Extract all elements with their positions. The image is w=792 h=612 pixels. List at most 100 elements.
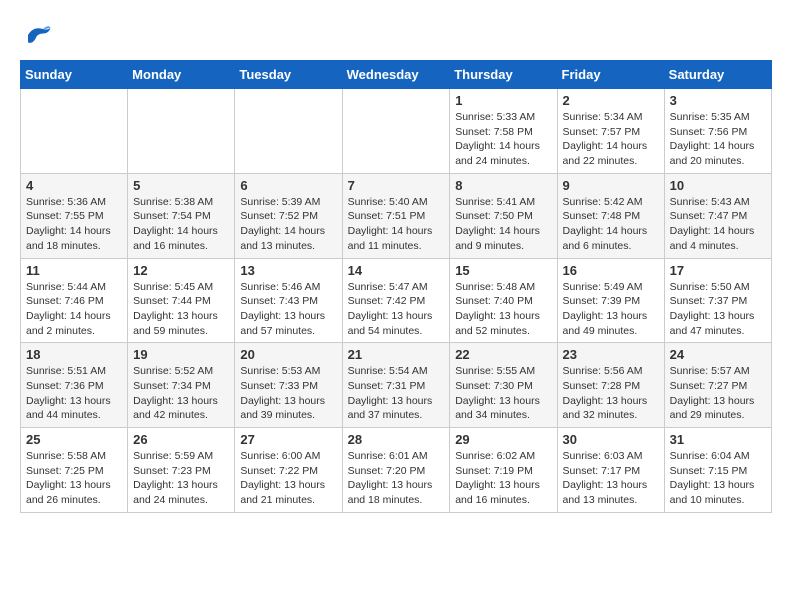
cell-content: Sunrise: 5:53 AM Sunset: 7:33 PM Dayligh…	[240, 364, 336, 423]
day-header-sunday: Sunday	[21, 61, 128, 89]
cell-content: Sunrise: 5:55 AM Sunset: 7:30 PM Dayligh…	[455, 364, 551, 423]
day-number: 29	[455, 432, 551, 447]
calendar-week-row: 11 Sunrise: 5:44 AM Sunset: 7:46 PM Dayli…	[21, 258, 772, 343]
calendar-cell: 4 Sunrise: 5:36 AM Sunset: 7:55 PM Daylig…	[21, 173, 128, 258]
day-number: 13	[240, 263, 336, 278]
calendar-cell: 15 Sunrise: 5:48 AM Sunset: 7:40 PM Dayli…	[450, 258, 557, 343]
calendar-cell: 5 Sunrise: 5:38 AM Sunset: 7:54 PM Daylig…	[128, 173, 235, 258]
cell-content: Sunrise: 5:57 AM Sunset: 7:27 PM Dayligh…	[670, 364, 766, 423]
calendar-cell: 25 Sunrise: 5:58 AM Sunset: 7:25 PM Dayli…	[21, 428, 128, 513]
cell-content: Sunrise: 5:46 AM Sunset: 7:43 PM Dayligh…	[240, 280, 336, 339]
day-number: 5	[133, 178, 229, 193]
day-number: 9	[563, 178, 659, 193]
calendar-cell: 3 Sunrise: 5:35 AM Sunset: 7:56 PM Daylig…	[664, 89, 771, 174]
day-number: 16	[563, 263, 659, 278]
day-number: 11	[26, 263, 122, 278]
cell-content: Sunrise: 5:45 AM Sunset: 7:44 PM Dayligh…	[133, 280, 229, 339]
day-number: 19	[133, 347, 229, 362]
calendar-week-row: 4 Sunrise: 5:36 AM Sunset: 7:55 PM Daylig…	[21, 173, 772, 258]
calendar-cell: 8 Sunrise: 5:41 AM Sunset: 7:50 PM Daylig…	[450, 173, 557, 258]
day-number: 6	[240, 178, 336, 193]
calendar-cell: 9Sunrise: 5:42 AM Sunset: 7:48 PM Daylig…	[557, 173, 664, 258]
day-number: 30	[563, 432, 659, 447]
cell-content: Sunrise: 5:50 AM Sunset: 7:37 PM Dayligh…	[670, 280, 766, 339]
day-number: 8	[455, 178, 551, 193]
cell-content: Sunrise: 6:02 AM Sunset: 7:19 PM Dayligh…	[455, 449, 551, 508]
day-number: 28	[348, 432, 445, 447]
day-number: 12	[133, 263, 229, 278]
calendar-cell: 26 Sunrise: 5:59 AM Sunset: 7:23 PM Dayli…	[128, 428, 235, 513]
day-number: 21	[348, 347, 445, 362]
calendar-cell: 28 Sunrise: 6:01 AM Sunset: 7:20 PM Dayli…	[342, 428, 450, 513]
day-number: 25	[26, 432, 122, 447]
day-number: 1	[455, 93, 551, 108]
cell-content: Sunrise: 6:04 AM Sunset: 7:15 PM Dayligh…	[670, 449, 766, 508]
cell-content: Sunrise: 5:34 AM Sunset: 7:57 PM Dayligh…	[563, 110, 659, 169]
day-header-thursday: Thursday	[450, 61, 557, 89]
calendar-cell: 18Sunrise: 5:51 AM Sunset: 7:36 PM Dayli…	[21, 343, 128, 428]
calendar-cell	[21, 89, 128, 174]
calendar-cell: 27 Sunrise: 6:00 AM Sunset: 7:22 PM Dayli…	[235, 428, 342, 513]
day-number: 23	[563, 347, 659, 362]
day-number: 15	[455, 263, 551, 278]
cell-content: Sunrise: 5:47 AM Sunset: 7:42 PM Dayligh…	[348, 280, 445, 339]
cell-content: Sunrise: 6:00 AM Sunset: 7:22 PM Dayligh…	[240, 449, 336, 508]
calendar-cell	[128, 89, 235, 174]
cell-content: Sunrise: 5:56 AM Sunset: 7:28 PM Dayligh…	[563, 364, 659, 423]
cell-content: Sunrise: 5:52 AM Sunset: 7:34 PM Dayligh…	[133, 364, 229, 423]
cell-content: Sunrise: 5:51 AM Sunset: 7:36 PM Dayligh…	[26, 364, 122, 423]
logo	[20, 20, 52, 50]
page-header	[20, 20, 772, 50]
cell-content: Sunrise: 5:33 AM Sunset: 7:58 PM Dayligh…	[455, 110, 551, 169]
day-header-saturday: Saturday	[664, 61, 771, 89]
cell-content: Sunrise: 5:59 AM Sunset: 7:23 PM Dayligh…	[133, 449, 229, 508]
day-header-friday: Friday	[557, 61, 664, 89]
cell-content: Sunrise: 5:44 AM Sunset: 7:46 PM Dayligh…	[26, 280, 122, 339]
calendar-cell: 22 Sunrise: 5:55 AM Sunset: 7:30 PM Dayli…	[450, 343, 557, 428]
calendar-cell: 11 Sunrise: 5:44 AM Sunset: 7:46 PM Dayli…	[21, 258, 128, 343]
calendar-cell: 17 Sunrise: 5:50 AM Sunset: 7:37 PM Dayli…	[664, 258, 771, 343]
day-header-wednesday: Wednesday	[342, 61, 450, 89]
calendar-table: SundayMondayTuesdayWednesdayThursdayFrid…	[20, 60, 772, 513]
calendar-cell: 31 Sunrise: 6:04 AM Sunset: 7:15 PM Dayli…	[664, 428, 771, 513]
day-header-monday: Monday	[128, 61, 235, 89]
calendar-cell: 21 Sunrise: 5:54 AM Sunset: 7:31 PM Dayli…	[342, 343, 450, 428]
cell-content: Sunrise: 6:01 AM Sunset: 7:20 PM Dayligh…	[348, 449, 445, 508]
day-number: 20	[240, 347, 336, 362]
cell-content: Sunrise: 5:36 AM Sunset: 7:55 PM Dayligh…	[26, 195, 122, 254]
cell-content: Sunrise: 5:41 AM Sunset: 7:50 PM Dayligh…	[455, 195, 551, 254]
day-number: 22	[455, 347, 551, 362]
calendar-week-row: 18Sunrise: 5:51 AM Sunset: 7:36 PM Dayli…	[21, 343, 772, 428]
cell-content: Sunrise: 5:40 AM Sunset: 7:51 PM Dayligh…	[348, 195, 445, 254]
day-number: 3	[670, 93, 766, 108]
calendar-cell: 2 Sunrise: 5:34 AM Sunset: 7:57 PM Daylig…	[557, 89, 664, 174]
day-number: 17	[670, 263, 766, 278]
calendar-cell: 29 Sunrise: 6:02 AM Sunset: 7:19 PM Dayli…	[450, 428, 557, 513]
calendar-cell: 16Sunrise: 5:49 AM Sunset: 7:39 PM Dayli…	[557, 258, 664, 343]
cell-content: Sunrise: 5:54 AM Sunset: 7:31 PM Dayligh…	[348, 364, 445, 423]
day-number: 4	[26, 178, 122, 193]
day-number: 26	[133, 432, 229, 447]
calendar-cell: 13 Sunrise: 5:46 AM Sunset: 7:43 PM Dayli…	[235, 258, 342, 343]
calendar-cell: 30Sunrise: 6:03 AM Sunset: 7:17 PM Dayli…	[557, 428, 664, 513]
calendar-cell: 20 Sunrise: 5:53 AM Sunset: 7:33 PM Dayli…	[235, 343, 342, 428]
calendar-cell	[235, 89, 342, 174]
day-number: 14	[348, 263, 445, 278]
logo-bird-icon	[22, 20, 52, 50]
day-number: 31	[670, 432, 766, 447]
calendar-cell: 19 Sunrise: 5:52 AM Sunset: 7:34 PM Dayli…	[128, 343, 235, 428]
calendar-cell: 1 Sunrise: 5:33 AM Sunset: 7:58 PM Daylig…	[450, 89, 557, 174]
day-number: 2	[563, 93, 659, 108]
calendar-cell	[342, 89, 450, 174]
cell-content: Sunrise: 5:35 AM Sunset: 7:56 PM Dayligh…	[670, 110, 766, 169]
calendar-cell: 10Sunrise: 5:43 AM Sunset: 7:47 PM Dayli…	[664, 173, 771, 258]
calendar-week-row: 1 Sunrise: 5:33 AM Sunset: 7:58 PM Daylig…	[21, 89, 772, 174]
day-number: 27	[240, 432, 336, 447]
cell-content: Sunrise: 5:58 AM Sunset: 7:25 PM Dayligh…	[26, 449, 122, 508]
calendar-cell: 6Sunrise: 5:39 AM Sunset: 7:52 PM Daylig…	[235, 173, 342, 258]
calendar-cell: 12 Sunrise: 5:45 AM Sunset: 7:44 PM Dayli…	[128, 258, 235, 343]
cell-content: Sunrise: 5:38 AM Sunset: 7:54 PM Dayligh…	[133, 195, 229, 254]
calendar-week-row: 25 Sunrise: 5:58 AM Sunset: 7:25 PM Dayli…	[21, 428, 772, 513]
cell-content: Sunrise: 5:48 AM Sunset: 7:40 PM Dayligh…	[455, 280, 551, 339]
calendar-header-row: SundayMondayTuesdayWednesdayThursdayFrid…	[21, 61, 772, 89]
